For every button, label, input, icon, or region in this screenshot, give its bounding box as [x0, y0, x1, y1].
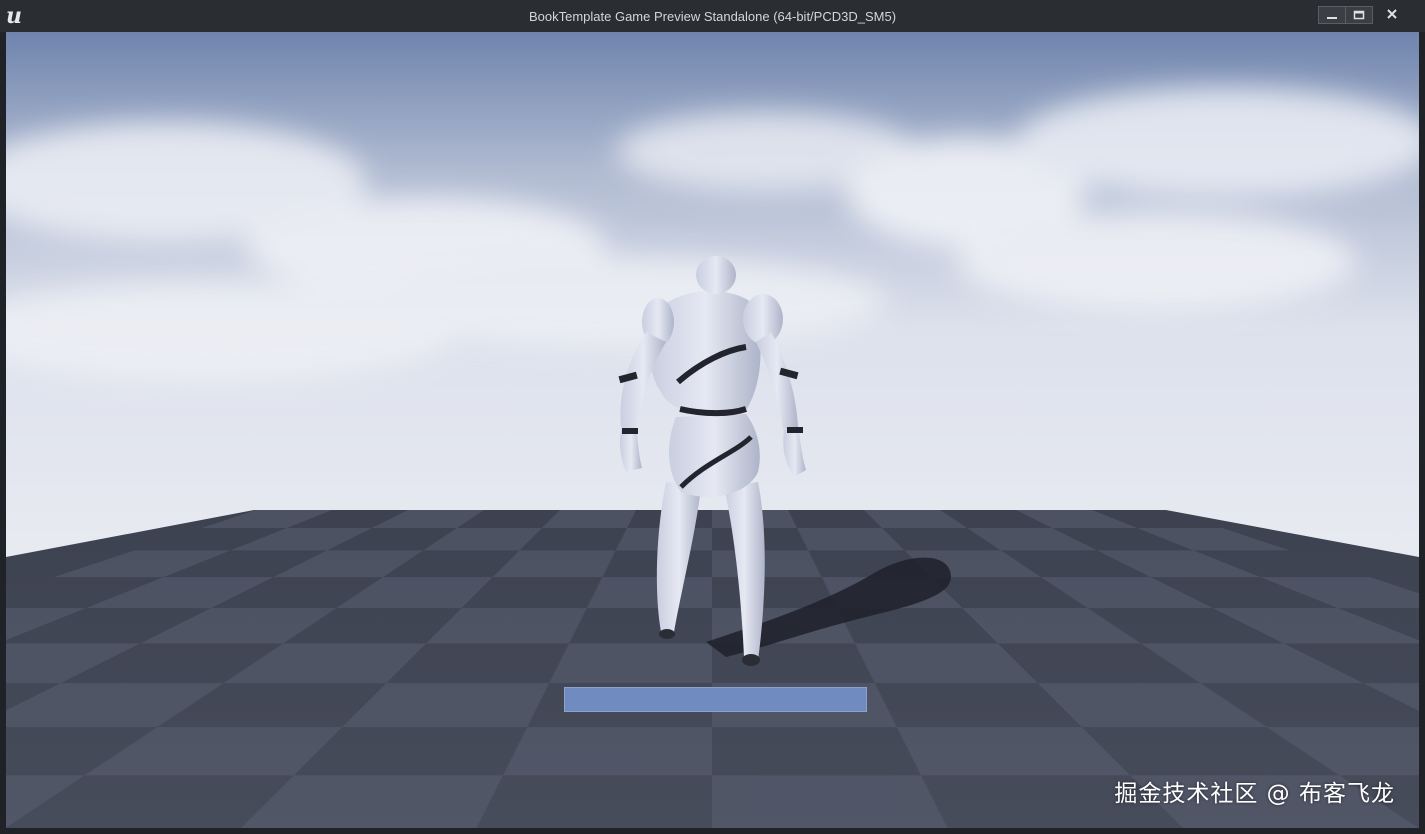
floor-tile — [549, 643, 712, 684]
minimize-button[interactable] — [1318, 6, 1346, 24]
floor-tile — [712, 550, 822, 578]
maximize-button[interactable] — [1345, 6, 1373, 24]
title-bar[interactable]: u BookTemplate Game Preview Standalone (… — [0, 0, 1425, 32]
floor-tile — [586, 577, 712, 609]
game-window: u BookTemplate Game Preview Standalone (… — [0, 0, 1425, 834]
floor-tile — [502, 727, 712, 776]
hud-progress-bar — [564, 687, 867, 712]
minimize-icon — [1327, 17, 1337, 19]
window-title: BookTemplate Game Preview Standalone (64… — [528, 9, 897, 24]
close-icon — [1387, 9, 1397, 19]
game-viewport[interactable]: 掘金技术社区 @ 布客飞龙 — [6, 32, 1419, 828]
watermark-text: 掘金技术社区 @ 布客飞龙 — [1114, 781, 1395, 807]
maximize-icon — [1353, 10, 1365, 20]
floor-tile — [712, 775, 948, 828]
close-button[interactable] — [1379, 6, 1405, 22]
